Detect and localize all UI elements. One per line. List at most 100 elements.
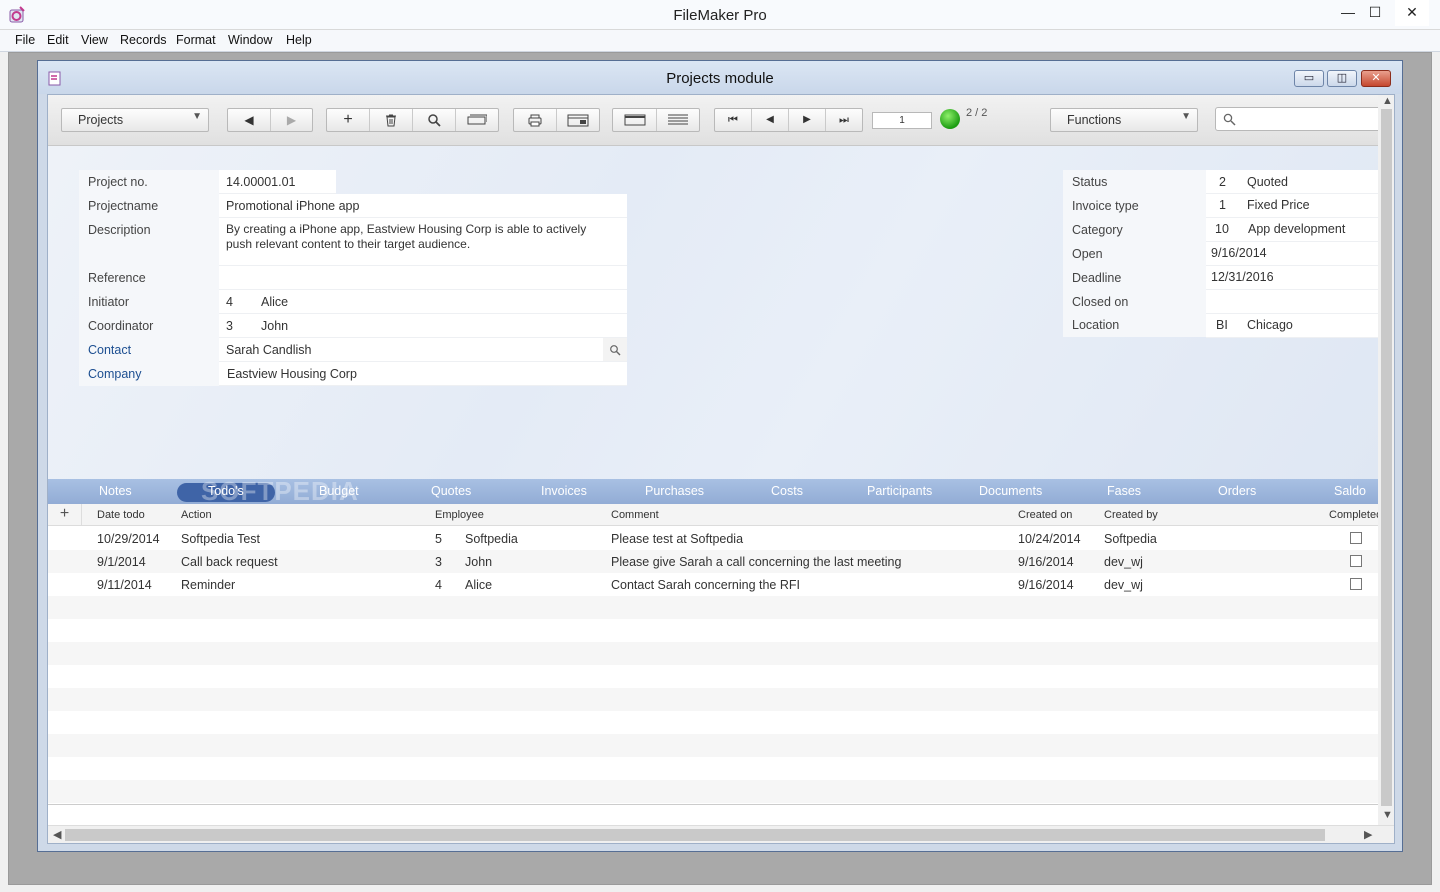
todo-employee-name: John — [465, 555, 493, 569]
last-record-button[interactable]: ⏭ — [826, 109, 862, 131]
form-view-button[interactable] — [613, 109, 657, 131]
menu-records[interactable]: Records — [120, 33, 167, 47]
record-number-input[interactable]: 1 — [872, 112, 932, 129]
empty-row[interactable] — [48, 734, 1378, 757]
tab-orders[interactable]: Orders — [1218, 484, 1256, 498]
todo-created-by: dev_wj — [1104, 578, 1143, 592]
tab-saldo[interactable]: Saldo — [1334, 484, 1366, 498]
col-comment[interactable]: Comment — [611, 509, 659, 521]
trash-icon — [386, 114, 396, 127]
menu-window[interactable]: Window — [228, 33, 272, 47]
first-record-button[interactable]: ⏮ — [715, 109, 752, 131]
scroll-up-icon[interactable]: ▲ — [1382, 95, 1393, 107]
vertical-scroll-thumb[interactable] — [1381, 109, 1392, 806]
layout-dropdown[interactable]: Projects ▼ — [61, 108, 209, 132]
project-form: Project no. 14.00001.01 Projectname Prom… — [48, 146, 1378, 479]
form-view-icon — [624, 114, 645, 126]
deadline-label: Deadline — [1072, 271, 1122, 285]
scroll-left-icon[interactable]: ◀ — [53, 828, 61, 841]
todo-action: Softpedia Test — [181, 532, 260, 546]
sort-button[interactable] — [456, 109, 498, 131]
completed-checkbox[interactable] — [1350, 555, 1362, 567]
col-employee[interactable]: Employee — [435, 509, 484, 521]
app-close-button[interactable]: ✕ — [1395, 0, 1429, 26]
next-layout-button[interactable]: ▶ — [271, 109, 312, 131]
closed-on-field[interactable] — [1206, 290, 1378, 314]
category-code: 10 — [1215, 222, 1229, 236]
table-row[interactable]: 9/1/2014 Call back request 3 John Please… — [48, 550, 1378, 573]
col-completed[interactable]: Completed — [1329, 509, 1382, 521]
menu-file[interactable]: File — [15, 33, 35, 47]
col-created-by[interactable]: Created by — [1104, 509, 1158, 521]
completed-checkbox[interactable] — [1350, 532, 1362, 544]
tab-quotes[interactable]: Quotes — [431, 484, 471, 498]
search-input[interactable] — [1215, 107, 1385, 131]
col-action[interactable]: Action — [181, 509, 212, 521]
coordinator-label: Coordinator — [88, 319, 154, 333]
window-restore-button[interactable]: ◫ — [1327, 70, 1357, 87]
scroll-down-icon[interactable]: ▼ — [1382, 809, 1393, 821]
contact-link[interactable]: Contact — [88, 343, 131, 357]
reference-label: Reference — [88, 271, 146, 285]
tab-documents[interactable]: Documents — [979, 484, 1042, 498]
preview-button[interactable] — [557, 109, 599, 131]
completed-checkbox[interactable] — [1350, 578, 1362, 590]
next-record-button[interactable]: ▶ — [789, 109, 826, 131]
previous-record-button[interactable]: ◀ — [752, 109, 789, 131]
record-actions-group: + — [326, 108, 499, 132]
reference-field[interactable] — [219, 266, 627, 290]
empty-row[interactable] — [48, 619, 1378, 642]
todo-date: 10/29/2014 — [97, 532, 160, 546]
menu-format[interactable]: Format — [176, 33, 216, 47]
tab-costs[interactable]: Costs — [771, 484, 803, 498]
add-todo-button[interactable]: + — [48, 504, 82, 525]
closed-on-label: Closed on — [1072, 295, 1129, 309]
chevron-down-icon: ▼ — [192, 111, 202, 122]
empty-row[interactable] — [48, 642, 1378, 665]
empty-row[interactable] — [48, 757, 1378, 780]
magnifier-icon — [610, 345, 621, 356]
tab-notes[interactable]: Notes — [99, 484, 132, 498]
tab-invoices[interactable]: Invoices — [541, 484, 587, 498]
scroll-right-icon[interactable]: ▶ — [1364, 828, 1372, 841]
tab-fases[interactable]: Fases — [1107, 484, 1141, 498]
menu-help[interactable]: Help — [286, 33, 312, 47]
app-maximize-button[interactable]: ☐ — [1358, 0, 1392, 26]
tab-purchases[interactable]: Purchases — [645, 484, 704, 498]
previous-layout-button[interactable]: ◀ — [228, 109, 271, 131]
description-line-2: push relevant content to their target au… — [226, 237, 471, 251]
empty-row[interactable] — [48, 596, 1378, 619]
todo-action: Call back request — [181, 555, 278, 569]
print-button[interactable] — [514, 109, 557, 131]
menu-view[interactable]: View — [81, 33, 108, 47]
todo-employee-id: 3 — [435, 555, 442, 569]
todo-created-on: 9/16/2014 — [1018, 555, 1074, 569]
location-code: BI — [1216, 318, 1228, 332]
list-view-button[interactable] — [657, 109, 699, 131]
window-close-button[interactable]: ✕ — [1361, 70, 1391, 87]
company-link[interactable]: Company — [88, 367, 142, 381]
find-button[interactable] — [413, 109, 456, 131]
table-row[interactable]: 10/29/2014 Softpedia Test 5 Softpedia Pl… — [48, 527, 1378, 550]
delete-record-button[interactable] — [370, 109, 413, 131]
menu-edit[interactable]: Edit — [47, 33, 69, 47]
todo-created-by: dev_wj — [1104, 555, 1143, 569]
contact-lookup-button[interactable] — [603, 338, 627, 362]
empty-row[interactable] — [48, 688, 1378, 711]
table-row[interactable]: 9/11/2014 Reminder 4 Alice Contact Sarah… — [48, 573, 1378, 596]
tab-participants[interactable]: Participants — [867, 484, 932, 498]
window-minimize-button[interactable]: ▭ — [1294, 70, 1324, 87]
empty-row[interactable] — [48, 711, 1378, 734]
view-mode-group — [612, 108, 700, 132]
record-count: 2 / 2 — [966, 107, 988, 119]
horizontal-scroll-thumb[interactable] — [65, 829, 1325, 841]
portal-bottom-divider — [48, 804, 1378, 805]
empty-row[interactable] — [48, 780, 1378, 803]
invoice-type-label: Invoice type — [1072, 199, 1139, 213]
window-titlebar: Projects module ▭ ◫ ✕ — [38, 61, 1402, 94]
col-created-on[interactable]: Created on — [1018, 509, 1072, 521]
functions-dropdown[interactable]: Functions ▼ — [1050, 108, 1198, 132]
new-record-button[interactable]: + — [327, 109, 370, 131]
col-date-todo[interactable]: Date todo — [97, 509, 145, 521]
empty-row[interactable] — [48, 665, 1378, 688]
